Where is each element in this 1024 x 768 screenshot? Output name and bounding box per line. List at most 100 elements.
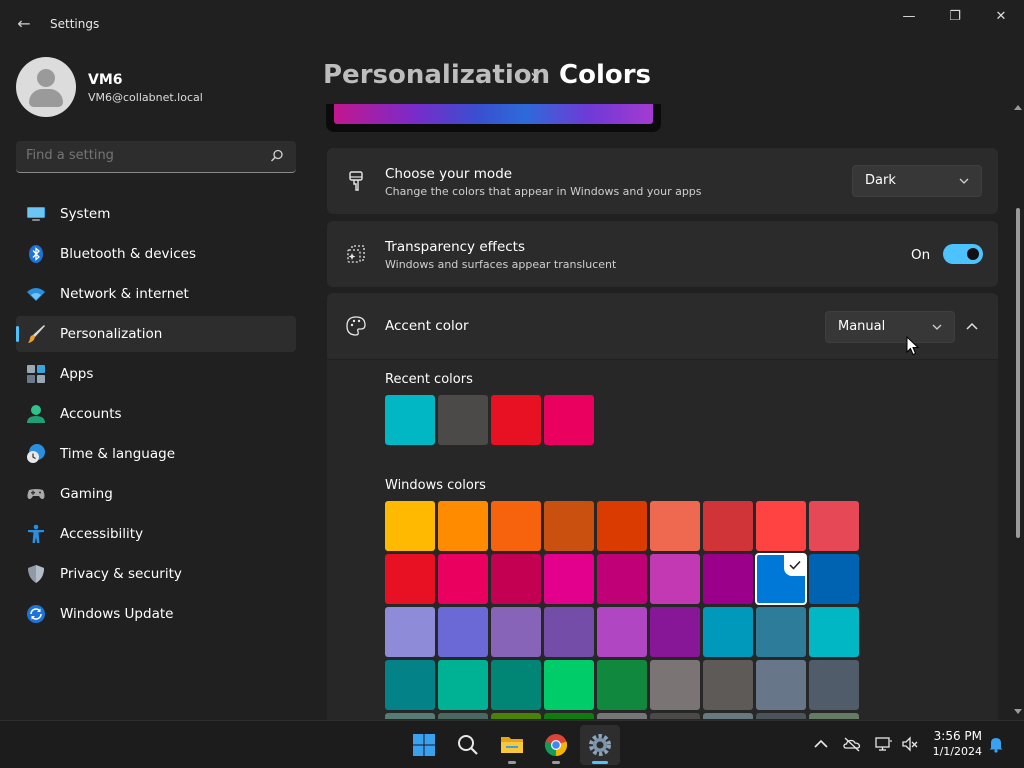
file-explorer-button[interactable] [492,725,532,765]
mode-dropdown[interactable]: Dark [852,165,982,197]
mouse-cursor-icon [906,336,920,356]
color-swatch[interactable] [438,554,488,604]
color-swatch[interactable] [491,713,541,719]
color-swatch[interactable] [544,395,594,445]
color-swatch[interactable] [756,660,806,710]
color-swatch[interactable] [491,501,541,551]
chevron-up-icon[interactable] [812,735,830,753]
transparency-toggle[interactable] [943,244,983,264]
start-button[interactable] [404,725,444,765]
accounts-icon [27,405,45,423]
color-swatch[interactable] [650,713,700,719]
clock-date[interactable]: 1/1/2024 [920,745,982,758]
color-swatch[interactable] [703,713,753,719]
scroll-down-icon[interactable] [1014,707,1022,715]
color-swatch[interactable] [385,660,435,710]
color-swatch[interactable] [597,713,647,719]
color-swatch[interactable] [385,713,435,719]
scrollbar[interactable] [1012,104,1024,720]
sidebar-item-privacy[interactable]: Privacy & security [16,556,296,592]
color-swatch[interactable] [597,554,647,604]
search-icon[interactable] [270,149,284,163]
color-swatch[interactable] [650,660,700,710]
color-swatch[interactable] [438,501,488,551]
sidebar-item-bluetooth[interactable]: Bluetooth & devices [16,236,296,272]
color-swatch[interactable] [491,660,541,710]
color-swatch[interactable] [597,607,647,657]
color-swatch[interactable] [809,660,859,710]
taskbar-search-button[interactable] [448,725,488,765]
accent-card[interactable]: Accent color Manual [327,293,998,359]
accent-dropdown[interactable]: Manual [825,311,955,343]
color-swatch[interactable] [756,607,806,657]
sidebar-item-time-language[interactable]: Time & language [16,436,296,472]
sidebar-item-network[interactable]: Network & internet [16,276,296,312]
color-swatch[interactable] [544,660,594,710]
color-swatch[interactable] [385,554,435,604]
settings-icon [589,734,611,756]
clock-time[interactable]: 3:56 PM [930,729,982,743]
color-swatch[interactable] [809,713,859,719]
color-swatch[interactable] [756,501,806,551]
toggle-knob [967,248,979,260]
color-swatch[interactable] [544,607,594,657]
color-swatch[interactable] [544,713,594,719]
windows-colors-label: Windows colors [385,478,486,493]
close-button[interactable]: ✕ [978,6,1024,28]
color-swatch[interactable] [597,660,647,710]
minimize-button[interactable]: — [886,6,932,28]
search-box[interactable] [16,141,296,173]
sidebar-item-gaming[interactable]: Gaming [16,476,296,512]
color-swatch[interactable] [491,395,541,445]
color-swatch[interactable] [650,554,700,604]
color-swatch[interactable] [809,501,859,551]
sidebar-item-windows-update[interactable]: Windows Update [16,596,296,632]
color-swatch[interactable] [597,501,647,551]
sidebar-item-system[interactable]: System [16,196,296,232]
maximize-button[interactable]: ❐ [932,6,978,28]
color-swatch[interactable] [544,554,594,604]
sidebar-item-personalization[interactable]: Personalization [16,316,296,352]
color-swatch[interactable] [703,607,753,657]
onedrive-icon[interactable] [843,735,861,753]
scroll-thumb[interactable] [1016,208,1020,538]
color-swatch[interactable] [438,713,488,719]
breadcrumb-parent[interactable]: Personalization [323,60,550,90]
network-icon[interactable] [875,735,893,753]
color-swatch[interactable] [544,501,594,551]
sidebar-item-accounts[interactable]: Accounts [16,396,296,432]
color-swatch[interactable] [703,554,753,604]
color-swatch[interactable] [755,553,807,605]
volume-muted-icon[interactable] [901,735,919,753]
chrome-icon [544,734,568,757]
chrome-button[interactable] [536,725,576,765]
color-swatch[interactable] [438,660,488,710]
scroll-up-icon[interactable] [1014,104,1022,112]
color-swatch[interactable] [438,395,488,445]
transparency-title: Transparency effects [385,239,525,255]
color-swatch[interactable] [385,395,435,445]
search-input[interactable] [26,148,266,163]
color-swatch[interactable] [703,501,753,551]
chevron-up-icon[interactable] [965,319,979,333]
color-swatch[interactable] [385,501,435,551]
back-button[interactable]: ← [12,12,36,36]
color-swatch[interactable] [650,501,700,551]
color-swatch[interactable] [703,660,753,710]
notification-bell-icon[interactable] [987,735,1005,753]
color-swatch[interactable] [491,554,541,604]
sidebar-item-apps[interactable]: Apps [16,356,296,392]
color-swatch[interactable] [809,607,859,657]
color-swatch[interactable] [438,607,488,657]
page-title: Colors [559,60,652,90]
settings-taskbar-button[interactable] [580,725,620,765]
color-swatch[interactable] [756,713,806,719]
gamepad-icon [27,489,45,500]
color-swatch[interactable] [491,607,541,657]
color-swatch[interactable] [650,607,700,657]
color-swatch[interactable] [809,554,859,604]
avatar[interactable] [16,57,76,117]
sidebar-item-accessibility[interactable]: Accessibility [16,516,296,552]
color-swatch[interactable] [385,607,435,657]
user-email: VM6@collabnet.local [88,91,203,104]
